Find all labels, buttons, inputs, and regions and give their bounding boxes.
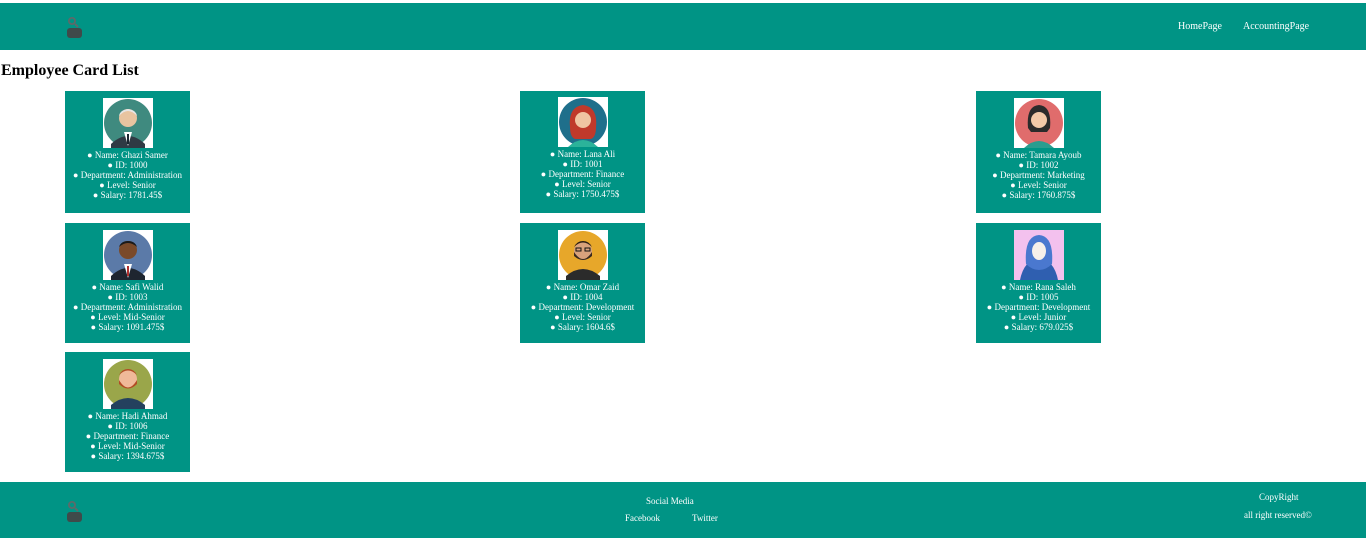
employee-card: ● Name: Tamara Ayoub ● ID: 1002 ● Depart… xyxy=(976,91,1101,213)
employee-id: ● ID: 1002 xyxy=(1018,160,1059,170)
employee-id: ● ID: 1000 xyxy=(107,160,148,170)
user-search-icon[interactable] xyxy=(66,16,84,38)
bearded-man-glasses-avatar-icon xyxy=(557,230,608,280)
hijab-woman-avatar-icon xyxy=(1013,230,1064,280)
employee-name: ● Name: Ghazi Samer xyxy=(87,150,168,160)
employee-id: ● ID: 1004 xyxy=(562,292,603,302)
social-media-title: Social Media xyxy=(646,496,694,506)
employee-department: ● Department: Administration xyxy=(73,302,182,312)
red-hair-woman-avatar-icon xyxy=(557,97,608,147)
employee-card: ● Name: Safi Walid ● ID: 1003 ● Departme… xyxy=(65,223,190,343)
employee-salary: ● Salary: 1394.675$ xyxy=(90,451,165,461)
employee-salary: ● Salary: 1750.475$ xyxy=(545,189,620,199)
nav-accountingpage[interactable]: AccountingPage xyxy=(1243,21,1309,32)
employee-card: ● Name: Omar Zaid ● ID: 1004 ● Departmen… xyxy=(520,223,645,343)
employee-salary: ● Salary: 679.025$ xyxy=(1003,322,1074,332)
employee-level: ● Level: Senior xyxy=(554,179,611,189)
ginger-beard-man-avatar-icon xyxy=(102,359,153,409)
employee-salary: ● Salary: 1091.475$ xyxy=(90,322,165,332)
employee-department: ● Department: Marketing xyxy=(992,170,1085,180)
employee-name: ● Name: Tamara Ayoub xyxy=(995,150,1082,160)
copyright-title: CopyRight xyxy=(1259,492,1299,502)
employee-level: ● Level: Mid-Senior xyxy=(90,312,165,322)
facebook-link[interactable]: Facebook xyxy=(625,513,660,523)
employee-id: ● ID: 1005 xyxy=(1018,292,1059,302)
old-man-suit-avatar-icon xyxy=(102,98,153,148)
employee-salary: ● Salary: 1604.6$ xyxy=(550,322,615,332)
header-bar: HomePage AccountingPage xyxy=(0,3,1366,50)
employee-name: ● Name: Safi Walid xyxy=(91,282,164,292)
employee-card: ● Name: Lana Ali ● ID: 1001 ● Department… xyxy=(520,91,645,213)
employee-level: ● Level: Senior xyxy=(554,312,611,322)
employee-level: ● Level: Senior xyxy=(99,180,156,190)
employee-department: ● Department: Development xyxy=(530,302,635,312)
dark-hair-woman-avatar-icon xyxy=(1013,98,1064,148)
employee-name: ● Name: Rana Saleh xyxy=(1001,282,1076,292)
employee-level: ● Level: Mid-Senior xyxy=(90,441,165,451)
man-suit-avatar-icon xyxy=(102,230,153,280)
employee-department: ● Department: Finance xyxy=(540,169,625,179)
employee-salary: ● Salary: 1781.45$ xyxy=(92,190,163,200)
employee-id: ● ID: 1003 xyxy=(107,292,148,302)
employee-department: ● Department: Development xyxy=(986,302,1091,312)
copyright-text: all right reserved© xyxy=(1244,510,1312,520)
footer-bar: Social Media Facebook Twitter CopyRight … xyxy=(0,482,1366,538)
user-search-icon xyxy=(66,500,84,522)
employee-salary: ● Salary: 1760.875$ xyxy=(1001,190,1076,200)
employee-id: ● ID: 1006 xyxy=(107,421,148,431)
nav-homepage[interactable]: HomePage xyxy=(1178,21,1222,32)
employee-card: ● Name: Ghazi Samer ● ID: 1000 ● Departm… xyxy=(65,91,190,213)
employee-name: ● Name: Omar Zaid xyxy=(545,282,620,292)
employee-level: ● Level: Junior xyxy=(1010,312,1067,322)
employee-department: ● Department: Finance xyxy=(85,431,170,441)
employee-id: ● ID: 1001 xyxy=(562,159,603,169)
page-title: Employee Card List xyxy=(1,62,139,79)
employee-name: ● Name: Hadi Ahmad xyxy=(87,411,168,421)
employee-department: ● Department: Administration xyxy=(73,170,182,180)
employee-name: ● Name: Lana Ali xyxy=(549,149,616,159)
employee-card: ● Name: Hadi Ahmad ● ID: 1006 ● Departme… xyxy=(65,352,190,472)
employee-card: ● Name: Rana Saleh ● ID: 1005 ● Departme… xyxy=(976,223,1101,343)
twitter-link[interactable]: Twitter xyxy=(692,513,718,523)
employee-level: ● Level: Senior xyxy=(1010,180,1067,190)
